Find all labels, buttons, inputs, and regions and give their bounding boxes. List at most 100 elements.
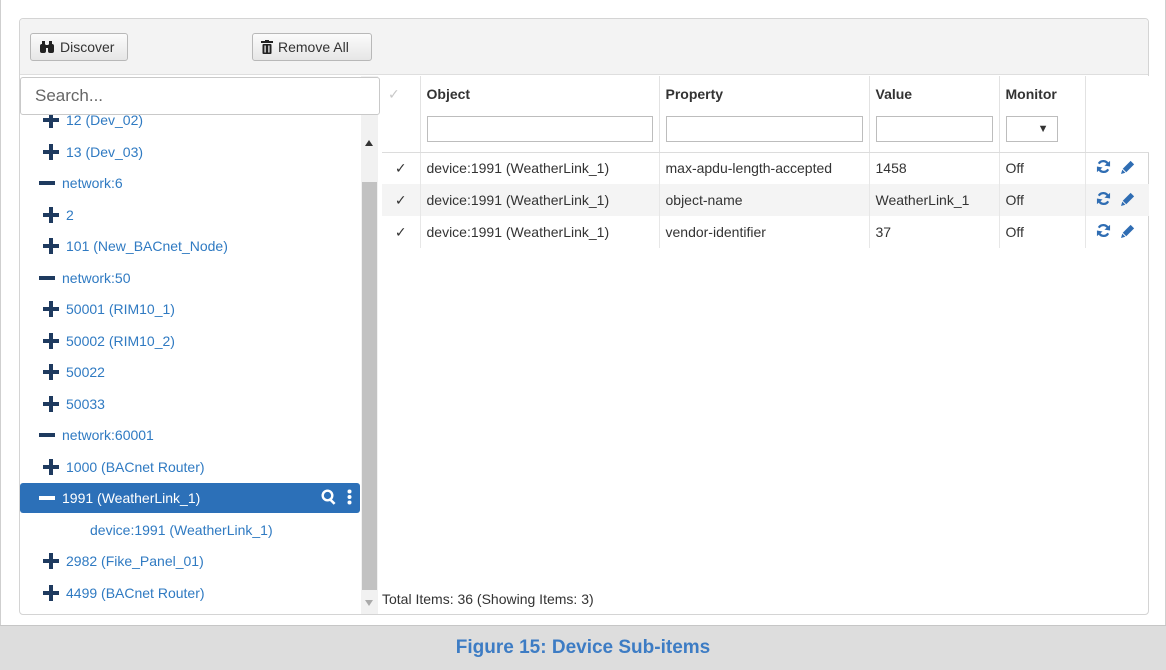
remove-all-label: Remove All [278, 39, 349, 55]
row-check-icon[interactable]: ✓ [382, 152, 420, 184]
tree-item-label: 2 [66, 206, 74, 223]
tree-item[interactable]: 2982 (Fike_Panel_01) [20, 546, 360, 576]
expand-plus-icon[interactable] [42, 552, 60, 570]
expand-plus-icon[interactable] [42, 584, 60, 602]
monitor-cell: Off [998, 152, 1085, 184]
tree-item-label: 101 (New_BACnet_Node) [66, 238, 228, 254]
tree-item[interactable]: 50001 (RIM10_1) [20, 294, 360, 324]
tree-item[interactable]: 4499 (BACnet Router) [20, 578, 360, 608]
discover-button[interactable]: Discover [30, 33, 128, 61]
expand-plus-icon[interactable] [42, 206, 60, 224]
check-icon[interactable]: ✓ [388, 86, 400, 102]
monitor-filter-select[interactable]: ▼ [1005, 116, 1058, 142]
tree-item-label: 2982 (Fike_Panel_01) [66, 553, 204, 569]
expand-plus-icon[interactable] [42, 143, 60, 161]
value-cell: 37 [868, 216, 999, 248]
tree-scrollbar[interactable] [361, 76, 378, 614]
value-cell: 1458 [868, 152, 999, 184]
expand-plus-icon[interactable] [42, 458, 60, 476]
item-actions [321, 489, 352, 508]
property-cell: vendor-identifier [658, 216, 869, 248]
object-cell: device:1991 (WeatherLink_1) [419, 184, 659, 216]
monitor-column-header[interactable]: Monitor ▼ [998, 76, 1085, 153]
expand-plus-icon[interactable] [42, 332, 60, 350]
monitor-cell: Off [998, 216, 1085, 248]
value-filter-input[interactable] [875, 116, 993, 142]
refresh-icon[interactable] [1096, 191, 1111, 209]
property-cell: object-name [658, 184, 869, 216]
device-tree: 12 (Dev_02) 13 (Dev_03) network:6 2 101 (New… [20, 76, 380, 614]
object-header-label: Object [426, 86, 471, 102]
property-table-body: ✓ device:1991 (WeatherLink_1) max-apdu-len… [382, 152, 1149, 248]
tree-item[interactable]: 50033 [20, 389, 360, 419]
edit-pencil-icon[interactable] [1120, 224, 1135, 241]
expand-plus-icon[interactable] [42, 395, 60, 413]
tree-item[interactable]: network:6 [20, 168, 360, 198]
monitor-header-label: Monitor [1005, 86, 1057, 102]
row-check-icon[interactable]: ✓ [382, 216, 420, 248]
tree-item-label: network:60001 [62, 427, 154, 443]
property-header-label: Property [665, 86, 724, 102]
tree-item[interactable]: 1000 (BACnet Router) [20, 452, 360, 482]
property-cell: max-apdu-length-accepted [658, 152, 869, 184]
tree-item[interactable]: 13 (Dev_03) [20, 137, 360, 167]
object-column-header[interactable]: Object [419, 76, 659, 153]
more-options-icon[interactable] [347, 489, 352, 508]
edit-pencil-icon[interactable] [1120, 160, 1135, 177]
scrollbar-thumb[interactable] [362, 182, 377, 590]
tree-item[interactable]: network:50 [20, 263, 360, 293]
refresh-icon[interactable] [1096, 159, 1111, 177]
object-cell: device:1991 (WeatherLink_1) [419, 216, 659, 248]
tree-item[interactable]: device:1991 (WeatherLink_1) [20, 515, 360, 545]
collapse-minus-icon[interactable] [38, 269, 56, 287]
expand-plus-icon[interactable] [42, 300, 60, 318]
tree-item-label: network:50 [62, 269, 131, 286]
binoculars-icon [39, 40, 55, 54]
table-row[interactable]: ✓ device:1991 (WeatherLink_1) vendor-ident… [382, 216, 1149, 248]
table-row[interactable]: ✓ device:1991 (WeatherLink_1) max-apdu-len… [382, 152, 1149, 184]
tree-item-label: device:1991 (WeatherLink_1) [90, 521, 273, 538]
refresh-icon[interactable] [1096, 223, 1111, 241]
toolbar: Discover Remove All [20, 19, 1148, 75]
tree-item-label: 1000 (BACnet Router) [66, 458, 205, 475]
row-check-icon[interactable]: ✓ [382, 184, 420, 216]
collapse-minus-icon[interactable] [38, 426, 56, 444]
scroll-down-arrow-icon[interactable] [365, 600, 373, 606]
tree-item[interactable]: 101 (New_BACnet_Node) [20, 231, 360, 261]
tree-item-label: network:6 [62, 175, 123, 191]
expand-plus-icon[interactable] [42, 363, 60, 381]
edit-pencil-icon[interactable] [1120, 192, 1135, 209]
tree-item-label: 1991 (WeatherLink_1) [62, 490, 201, 506]
value-cell: WeatherLink_1 [868, 184, 999, 216]
actions-cell [1084, 216, 1149, 248]
select-all-header[interactable]: ✓ [382, 76, 420, 153]
object-cell: device:1991 (WeatherLink_1) [419, 152, 659, 184]
tree-item-label: 50033 [66, 395, 105, 412]
trash-icon [261, 40, 273, 54]
grid-footer-status: Total Items: 36 (Showing Items: 3) [382, 591, 594, 607]
row-actions [1092, 159, 1144, 177]
tree-item[interactable]: 50002 (RIM10_2) [20, 326, 360, 356]
expand-plus-icon[interactable] [42, 237, 60, 255]
search-icon[interactable] [321, 489, 337, 508]
collapse-minus-icon[interactable] [38, 489, 56, 507]
value-column-header[interactable]: Value [868, 76, 999, 153]
tree-item[interactable]: 50022 [20, 357, 360, 387]
tree-item[interactable]: network:60001 [20, 420, 360, 450]
remove-all-button[interactable]: Remove All [252, 33, 372, 61]
table-row[interactable]: ✓ device:1991 (WeatherLink_1) object-name W… [382, 184, 1149, 216]
actions-column-header [1084, 76, 1149, 153]
dropdown-arrow-icon: ▼ [1037, 123, 1049, 135]
property-column-header[interactable]: Property [658, 76, 869, 153]
tree-item-label: 4499 (BACnet Router) [66, 584, 205, 601]
tree-item[interactable]: 1991 (WeatherLink_1) [20, 483, 360, 513]
actions-cell [1084, 152, 1149, 184]
object-filter-input[interactable] [426, 116, 653, 142]
tree-item[interactable]: 2 [20, 200, 360, 230]
scroll-up-arrow-icon[interactable] [365, 140, 373, 146]
bacnet-explorer-panel: Discover Remove All 12 (Dev_02) 13 (Dev_0… [19, 18, 1149, 615]
collapse-minus-icon[interactable] [38, 174, 56, 192]
property-filter-input[interactable] [665, 116, 863, 142]
tree-item-label: 50002 (RIM10_2) [66, 332, 175, 349]
search-input[interactable] [20, 77, 380, 115]
